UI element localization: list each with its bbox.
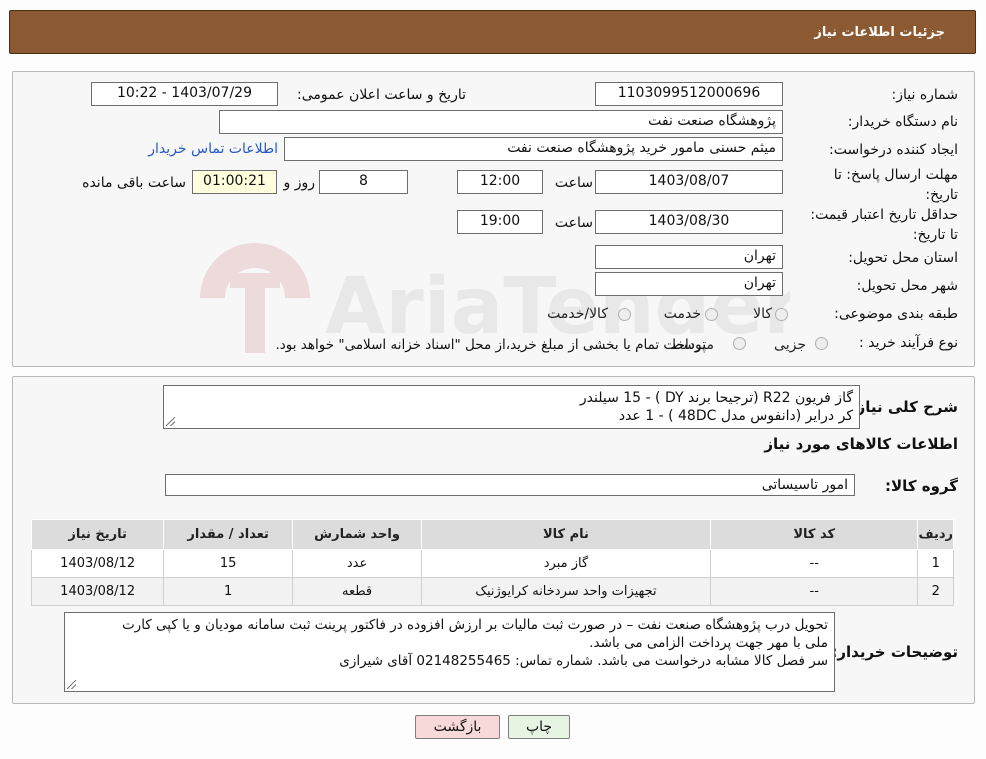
need-summary-textarea[interactable]: گاز فریون R22 (ترجیحا برند DY ) - 15 سیل… [163,385,860,429]
category-service-radio[interactable] [705,308,718,321]
deadline-date-field: 1403/08/07 [595,170,783,194]
need-summary-line-2: کر درایر (دانفوس مدل 48DC ) - 1 عدد [618,408,853,424]
cell-name: گاز مبرد [421,549,711,578]
buyer-notes-line-2: ملی با مهر جهت پرداخت الزامی می باشد. [589,635,828,651]
deadline-label: مهلت ارسال پاسخ: تا تاریخ: [833,167,958,203]
goods-info-title: اطلاعات کالاهای مورد نیاز [764,435,958,453]
buyer-notes-label: توضیحات خریدار: [831,643,958,661]
back-button[interactable]: بازگشت [415,715,500,739]
need-number-field: 1103099512000696 [595,82,783,106]
city-field: تهران [595,272,783,296]
buyer-contact-link[interactable]: اطلاعات تماس خریدار [148,141,278,157]
buyer-notes-textarea[interactable]: تحویل درب پژوهشگاه صنعت نفت – در صورت ثب… [64,612,835,692]
table-row: 1 -- گاز مبرد عدد 15 1403/08/12 [30,549,954,578]
creator-field: میثم حسنی مامور خرید پژوهشگاه صنعت نفت [284,137,783,161]
category-goods-service-label: کالا/خدمت [547,306,608,322]
cell-date: 1403/08/12 [30,549,165,578]
need-summary-label: شرح کلی نیاز: [850,398,958,416]
page-header: جزئیات اطلاعات نیاز [9,10,976,54]
validity-label: حداقل تاریخ اعتبار قیمت: تا تاریخ: [810,207,958,243]
buyer-org-label: نام دستگاه خریدار: [847,114,958,130]
category-goods-radio[interactable] [775,308,788,321]
category-label: طبقه بندی موضوعی: [834,306,958,322]
items-table-wrapper: ردیف کد کالا نام کالا واحد شمارش تعداد /… [30,519,954,606]
cell-unit: عدد [292,549,423,578]
buyer-notes-line-1: تحویل درب پژوهشگاه صنعت نفت – در صورت ثب… [121,617,828,633]
buyer-org-field: پژوهشگاه صنعت نفت [219,110,783,134]
cell-qty: 15 [163,549,294,578]
cell-row: 1 [917,549,954,578]
process-minor-label: جزیی [774,337,806,353]
print-button[interactable]: چاپ [508,715,570,739]
announce-date-field: 1403/07/29 - 10:22 [91,82,278,106]
category-goods-service-radio[interactable] [618,308,631,321]
items-table: ردیف کد کالا نام کالا واحد شمارش تعداد /… [30,519,954,606]
remaining-label: ساعت باقی مانده [82,175,186,191]
items-table-header: ردیف کد کالا نام کالا واحد شمارش تعداد /… [30,519,954,550]
validity-time-field: 19:00 [457,210,543,234]
remaining-time-field: 01:00:21 [192,170,277,194]
category-goods-label: کالا [753,306,772,322]
table-row: 2 -- تجهیزات واحد سردخانه کرایوژنیک قطعه… [30,577,954,606]
col-name-header: نام کالا [421,519,711,550]
process-medium-radio[interactable] [733,337,746,350]
validity-time-label: ساعت [554,215,593,231]
deadline-time-field: 12:00 [457,170,543,194]
col-unit-header: واحد شمارش [292,519,423,550]
resize-grip-icon[interactable] [67,680,76,689]
deadline-time-label: ساعت [554,175,593,191]
buyer-notes-line-3: سر فصل کالا مشابه درخواست می باشد. شماره… [339,653,828,669]
days-field: 8 [319,170,408,194]
days-label: روز و [283,175,316,191]
cell-name: تجهیزات واحد سردخانه کرایوژنیک [421,577,711,606]
goods-group-label: گروه کالا: [885,477,958,495]
payment-note: پرداخت تمام یا بخشی از مبلغ خرید،از محل … [275,337,706,353]
cell-code: -- [709,549,919,578]
cell-date: 1403/08/12 [30,577,165,606]
city-label: شهر محل تحویل: [856,278,958,294]
goods-group-field: امور تاسیساتی [165,474,855,496]
validity-date-field: 1403/08/30 [595,210,783,234]
process-type-label: نوع فرآیند خرید : [859,335,958,351]
resize-grip-icon[interactable] [166,417,175,426]
category-service-label: خدمت [663,306,701,322]
province-label: استان محل تحویل: [848,250,958,266]
cell-row: 2 [917,577,954,606]
need-summary-line-1: گاز فریون R22 (ترجیحا برند DY ) - 15 سیل… [579,390,853,406]
need-number-label: شماره نیاز: [891,87,959,103]
cell-qty: 1 [163,577,294,606]
col-date-header: تاریخ نیاز [30,519,165,550]
cell-unit: قطعه [292,577,423,606]
creator-label: ایجاد کننده درخواست: [829,142,958,158]
col-qty-header: تعداد / مقدار [163,519,294,550]
process-minor-radio[interactable] [815,337,828,350]
cell-code: -- [709,577,919,606]
page-title: جزئیات اطلاعات نیاز [814,25,945,40]
province-field: تهران [595,245,783,269]
announce-date-label: تاریخ و ساعت اعلان عمومی: [297,87,466,103]
col-row-header: ردیف [917,519,954,550]
col-code-header: کد کالا [709,519,919,550]
